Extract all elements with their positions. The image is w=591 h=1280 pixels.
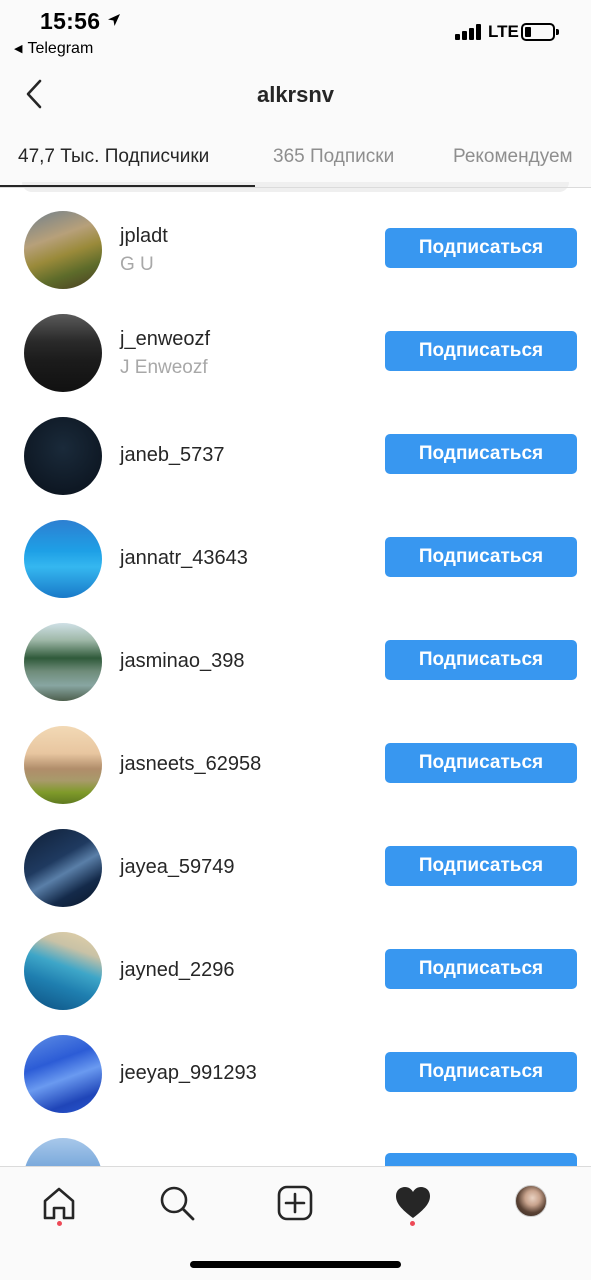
status-time: 15:56 (40, 8, 101, 34)
list-item[interactable] (0, 1125, 591, 1166)
follow-button[interactable]: Подписаться (385, 846, 577, 886)
location-arrow-icon (108, 14, 120, 26)
battery-icon (521, 23, 559, 41)
bottom-tab-bar (0, 1166, 591, 1280)
avatar[interactable] (24, 829, 102, 907)
follow-button[interactable]: Подписаться (385, 537, 577, 577)
full-name: J Enweozf (120, 357, 208, 378)
list-item[interactable]: jpladt G U Подписаться (0, 198, 591, 301)
username[interactable]: j_enweozf (120, 328, 210, 351)
full-name: G U (120, 254, 154, 275)
tab-following[interactable]: 365 Подписки (273, 146, 394, 168)
tab-followers[interactable]: 47,7 Тыс. Подписчики (18, 146, 209, 168)
follow-button[interactable]: Подписаться (385, 949, 577, 989)
tab-divider (0, 187, 591, 188)
status-bar: 15:56 ◀ Telegram LTE (0, 0, 591, 64)
activity-notification-dot (410, 1221, 415, 1226)
follow-button[interactable]: Подписаться (385, 434, 577, 474)
list-item[interactable]: jayea_59749 Подписаться (0, 816, 591, 919)
avatar[interactable] (24, 623, 102, 701)
header: alkrsnv (0, 64, 591, 126)
username[interactable]: jasneets_62958 (120, 753, 261, 776)
avatar[interactable] (24, 1138, 102, 1166)
avatar[interactable] (24, 520, 102, 598)
search-icon[interactable] (155, 1181, 199, 1225)
follow-button[interactable]: Подписаться (385, 331, 577, 371)
active-tab-indicator (0, 185, 255, 187)
back-to-app-link[interactable]: ◀ Telegram (14, 40, 93, 58)
username[interactable]: jpladt (120, 225, 168, 248)
avatar[interactable] (24, 932, 102, 1010)
back-triangle-icon: ◀ (14, 43, 23, 55)
username[interactable]: jayned_2296 (120, 959, 235, 982)
follow-button[interactable]: Подписаться (385, 743, 577, 783)
follow-button[interactable]: Подписаться (385, 1052, 577, 1092)
follow-button[interactable]: Подписаться (385, 640, 577, 680)
new-post-icon[interactable] (273, 1181, 317, 1225)
tabs: 47,7 Тыс. Подписчики 365 Подписки Рекоме… (0, 126, 591, 188)
home-notification-dot (57, 1221, 62, 1226)
list-item[interactable]: jasneets_62958 Подписаться (0, 713, 591, 816)
follow-button[interactable] (385, 1153, 577, 1166)
list-item[interactable]: jasminao_398 Подписаться (0, 610, 591, 713)
home-indicator[interactable] (190, 1261, 401, 1268)
list-item[interactable]: jannatr_43643 Подписаться (0, 507, 591, 610)
network-type: LTE (488, 22, 519, 41)
followers-list: jpladt G U Подписаться j_enweozf J Enweo… (0, 198, 591, 1166)
username[interactable]: jayea_59749 (120, 856, 235, 879)
list-item[interactable]: jayned_2296 Подписаться (0, 919, 591, 1022)
follow-button[interactable]: Подписаться (385, 228, 577, 268)
avatar[interactable] (24, 314, 102, 392)
list-item[interactable]: jeeyap_991293 Подписаться (0, 1022, 591, 1125)
tab-recommended[interactable]: Рекомендуем (453, 146, 573, 168)
list-item[interactable]: janeb_5737 Подписаться (0, 404, 591, 507)
home-icon[interactable] (37, 1181, 81, 1225)
avatar[interactable] (24, 211, 102, 289)
page-title: alkrsnv (256, 82, 335, 107)
activity-heart-icon[interactable] (391, 1181, 435, 1225)
cellular-signal-icon (455, 24, 481, 40)
username[interactable]: jannatr_43643 (120, 547, 248, 570)
username[interactable]: jasminao_398 (120, 650, 245, 673)
username[interactable]: jeeyap_991293 (120, 1062, 257, 1085)
list-item[interactable]: j_enweozf J Enweozf Подписаться (0, 301, 591, 404)
back-app-label: Telegram (27, 40, 94, 57)
username[interactable]: janeb_5737 (120, 444, 225, 467)
avatar[interactable] (24, 417, 102, 495)
avatar[interactable] (24, 726, 102, 804)
profile-avatar[interactable] (515, 1185, 547, 1217)
avatar[interactable] (24, 1035, 102, 1113)
